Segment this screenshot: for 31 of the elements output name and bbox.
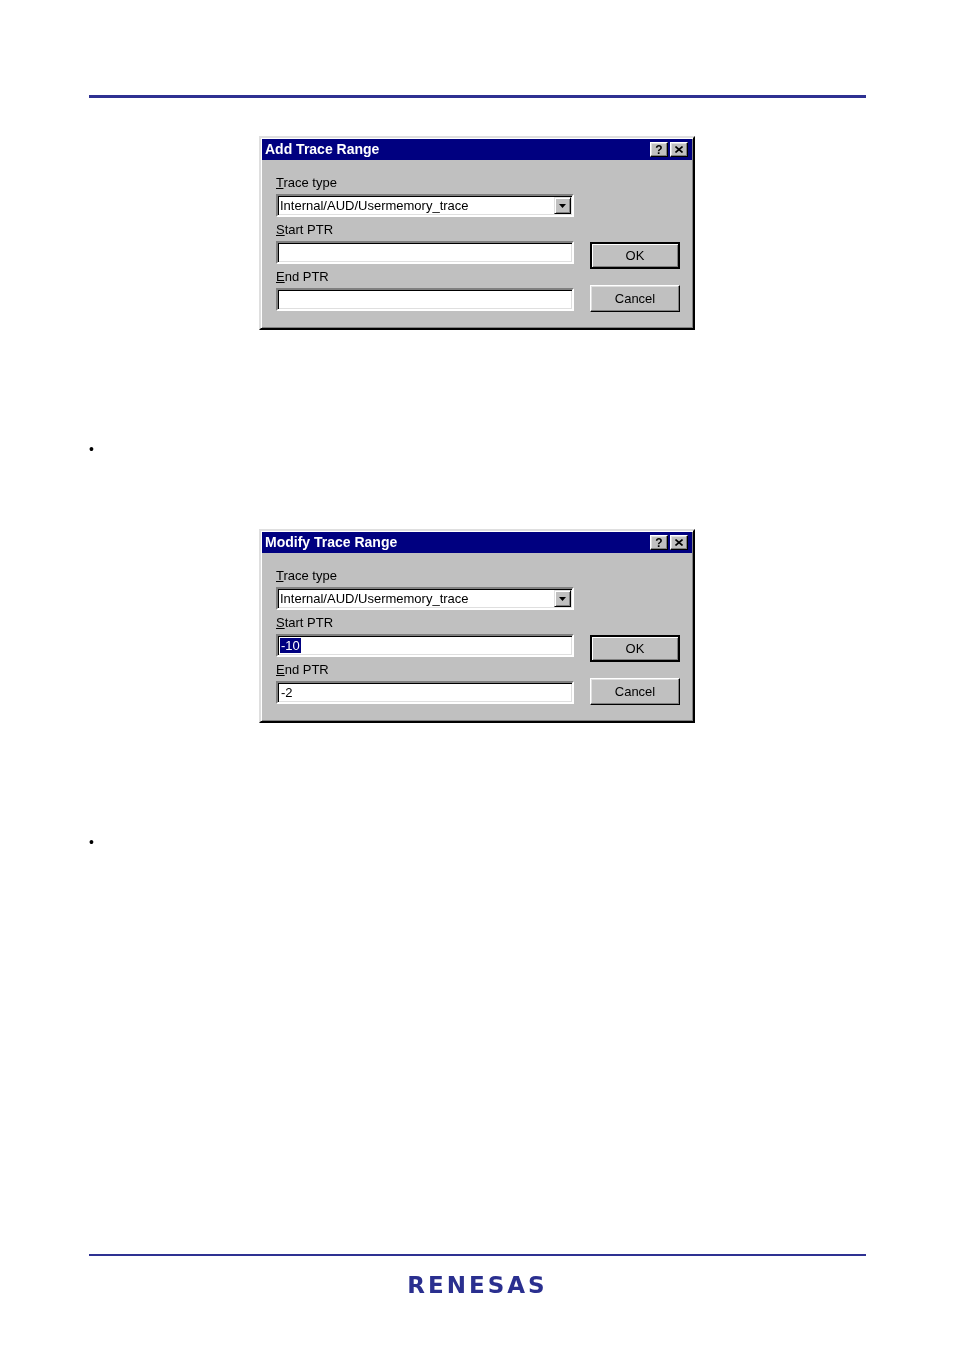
- field-label: End PTR: [276, 662, 330, 678]
- input-field[interactable]: -2: [276, 681, 574, 704]
- input-field[interactable]: [276, 288, 574, 311]
- caret-icon: [559, 203, 566, 208]
- dialog-title: Modify Trace Range: [265, 534, 398, 551]
- field-label: Start PTR: [276, 615, 335, 631]
- caret-icon: [559, 596, 566, 601]
- dropdown-button[interactable]: [554, 590, 571, 607]
- dialog-button[interactable]: OK: [590, 635, 680, 662]
- logo-text: RENESAS: [407, 1272, 548, 1298]
- input-field[interactable]: -10: [276, 634, 574, 657]
- dialog-title: Add Trace Range: [265, 141, 380, 158]
- bullet: •: [89, 834, 94, 850]
- dropdown-button[interactable]: [554, 197, 571, 214]
- field-label: Trace type: [276, 175, 338, 191]
- dialog-button[interactable]: OK: [590, 242, 680, 269]
- field-label: Start PTR: [276, 222, 335, 238]
- help-button[interactable]: ?: [650, 142, 668, 157]
- field-label: Trace type: [276, 568, 338, 584]
- close-button[interactable]: [670, 142, 688, 157]
- dialog-button[interactable]: Cancel: [590, 285, 680, 312]
- close-icon: [675, 539, 683, 546]
- dropdown[interactable]: Internal/AUD/Usermemory_trace: [276, 194, 574, 217]
- field-label: End PTR: [276, 269, 330, 285]
- help-button[interactable]: ?: [650, 535, 668, 550]
- bullet: •: [89, 441, 94, 457]
- dialog-button[interactable]: Cancel: [590, 678, 680, 705]
- close-icon: [675, 146, 683, 153]
- close-button[interactable]: [670, 535, 688, 550]
- input-field[interactable]: [276, 241, 574, 264]
- dropdown[interactable]: Internal/AUD/Usermemory_trace: [276, 587, 574, 610]
